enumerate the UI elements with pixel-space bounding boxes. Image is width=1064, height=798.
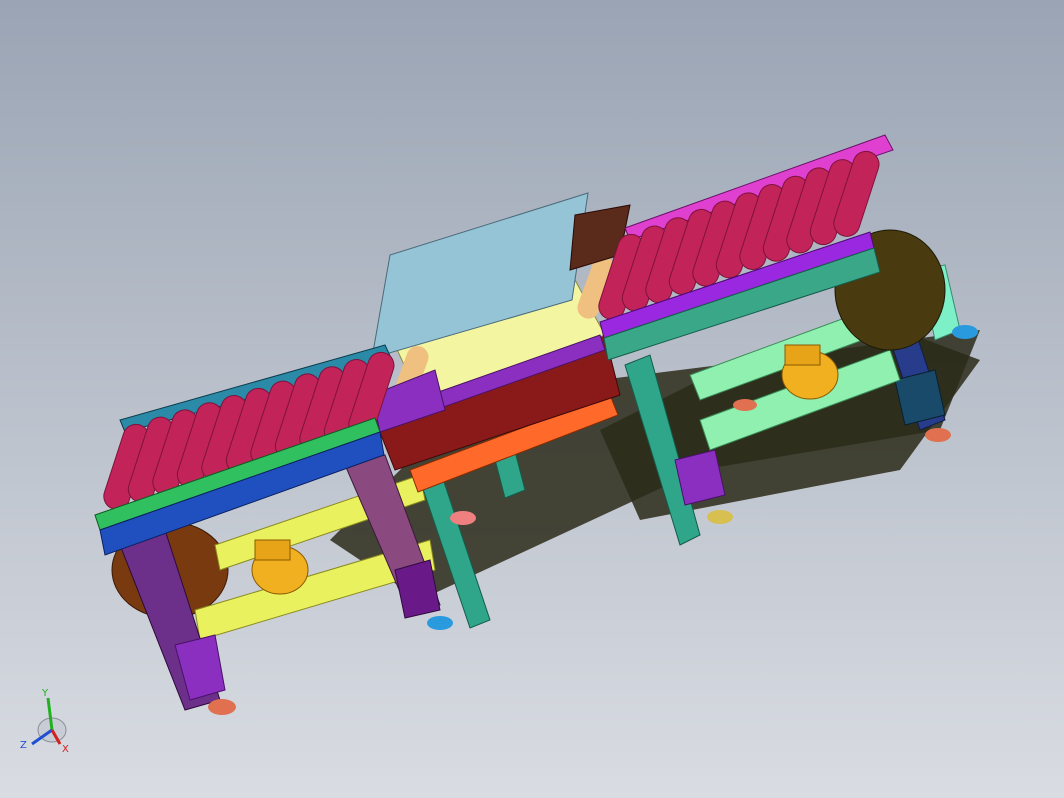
foot-pad-pink-center[interactable] [450, 511, 476, 525]
triad-y-label: Y [41, 688, 49, 699]
foot-pad-orange-right[interactable] [925, 428, 951, 442]
left-drive-motor[interactable] [251, 539, 309, 595]
foot-pad-blue-left[interactable] [427, 616, 453, 630]
orientation-triad[interactable]: Y Z X [14, 682, 84, 762]
foot-pad-orange-right-mid[interactable] [733, 399, 757, 411]
triad-x-label: X [62, 744, 69, 755]
conveyor-assembly-model[interactable] [0, 0, 1064, 798]
foot-pad-orange-left[interactable] [208, 699, 236, 715]
cad-viewport[interactable]: Y Z X [0, 0, 1064, 798]
triad-z-label: Z [20, 740, 27, 751]
foot-pad-blue-right[interactable] [952, 325, 978, 339]
foot-pad-yellow-right[interactable] [707, 510, 733, 524]
